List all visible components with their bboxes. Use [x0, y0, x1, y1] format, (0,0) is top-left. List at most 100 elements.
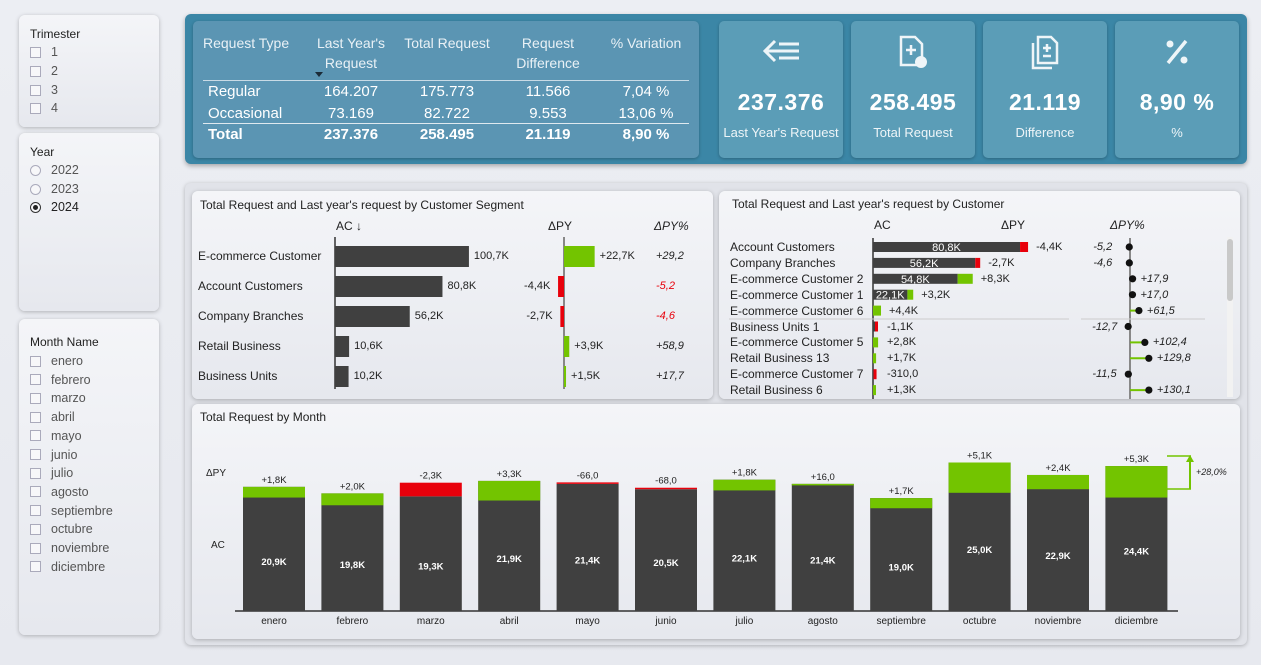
dpy-value-label: +1,7K	[887, 352, 917, 365]
month-tick-label: noviembre	[1035, 616, 1082, 627]
radio-selected[interactable]	[30, 201, 41, 213]
month-option[interactable]: julio	[30, 465, 73, 481]
month-option[interactable]: febrero	[30, 372, 91, 388]
scrollbar-thumb[interactable]	[1227, 239, 1233, 301]
dpy-value-label: +5,1K	[967, 451, 993, 462]
year-option[interactable]: 2022	[30, 162, 79, 178]
checkbox[interactable]	[30, 46, 41, 58]
checkbox[interactable]	[30, 392, 41, 404]
customer-label: Retail Business 13	[730, 351, 830, 366]
trimester-option[interactable]: 3	[30, 82, 58, 98]
customer-label: Company Branches	[730, 255, 836, 270]
dpy-bar	[870, 498, 933, 509]
checkbox[interactable]	[30, 102, 41, 114]
option-label: 2023	[51, 182, 79, 196]
ac-value-label: 22,1K	[876, 290, 905, 302]
month-option[interactable]: septiembre	[30, 503, 113, 519]
checkbox[interactable]	[30, 523, 41, 535]
dpyp-value-label: -5,2	[656, 280, 675, 292]
segment-label: E-commerce Customer	[198, 249, 322, 263]
slicer-title: Trimester	[30, 27, 81, 41]
dpyp-value-label: +130,1	[1156, 384, 1191, 397]
total-var: 8,90 %	[622, 126, 670, 143]
kpi-value: 21.119	[1008, 89, 1082, 115]
year-option-selected[interactable]: 2024	[30, 199, 79, 215]
row-diff: 11.566	[525, 83, 571, 100]
month-tick-label: diciembre	[1115, 616, 1159, 627]
month-tick-label: abril	[500, 616, 519, 627]
col-header[interactable]: Last Year's Request	[311, 33, 391, 73]
checkbox[interactable]	[30, 84, 41, 96]
dpy-value-label: +8,3K	[980, 272, 1010, 285]
trimester-option[interactable]: 2	[30, 63, 58, 79]
month-option[interactable]: marzo	[30, 390, 86, 406]
option-label: agosto	[51, 484, 89, 499]
row-var: 7,04 %	[622, 83, 670, 100]
dpy-value-label: -2,3K	[419, 471, 442, 482]
option-label: 2	[51, 64, 58, 78]
checkbox[interactable]	[30, 411, 41, 423]
month-option[interactable]: mayo	[30, 428, 82, 444]
month-option[interactable]: octubre	[30, 521, 93, 537]
checkbox[interactable]	[30, 65, 41, 77]
row-diff: 9.553	[529, 105, 567, 122]
checkbox[interactable]	[30, 486, 41, 498]
checkbox[interactable]	[30, 505, 41, 517]
col-header[interactable]: % Variation	[601, 33, 691, 53]
dpy-value-label: +2,4K	[1045, 463, 1071, 474]
col-header[interactable]: Request Difference	[503, 33, 593, 73]
row-total: 82.722	[424, 105, 470, 122]
dpy-value-label: +3,9K	[574, 340, 604, 352]
ac-bar	[399, 496, 462, 611]
header-divider	[203, 80, 689, 81]
option-label: junio	[51, 447, 78, 462]
month-option[interactable]: noviembre	[30, 540, 109, 556]
year-slicer: Year 2022 2023 2024	[19, 133, 159, 311]
dpyp-value-label: +17,0	[1140, 288, 1169, 301]
month-option[interactable]: diciembre	[30, 559, 105, 575]
dpy-value-label: +5,3K	[1124, 454, 1150, 465]
checkbox[interactable]	[30, 430, 41, 442]
checkbox[interactable]	[30, 355, 41, 367]
annotation-label: +28,0%	[1196, 467, 1227, 477]
month-tick-label: octubre	[963, 616, 997, 627]
kpi-card-percent: 8,90 % %	[1115, 21, 1239, 158]
dpy-value-label: -310,0	[887, 368, 919, 381]
col-header[interactable]: Request Type	[203, 33, 303, 53]
dpy-value-label: -4,4K	[524, 280, 551, 292]
checkbox[interactable]	[30, 374, 41, 386]
customer-label: Business Units 1	[730, 319, 820, 334]
trimester-slicer: Trimester 1 2 3 4	[19, 15, 159, 127]
ac-value-label: 56,2K	[414, 310, 444, 322]
radio[interactable]	[30, 164, 41, 176]
customer-label: E-commerce Customer 1	[730, 287, 864, 302]
checkbox[interactable]	[30, 467, 41, 479]
dpy-value-label: +2,0K	[340, 481, 366, 492]
radio[interactable]	[30, 183, 41, 195]
month-chart: Total Request by Month ΔPY AC +1,8K 20,9K…	[192, 404, 1240, 639]
month-option[interactable]: enero	[30, 353, 83, 369]
dpy-bar	[321, 493, 384, 506]
kpi-label: Last Year's Request	[723, 125, 839, 140]
year-option[interactable]: 2023	[30, 181, 79, 197]
dpy-bar	[635, 487, 697, 490]
col-header[interactable]: Total Request	[399, 33, 495, 53]
month-option[interactable]: abril	[30, 409, 75, 425]
row-total: 175.773	[419, 83, 475, 100]
ac-value-label: 10,2K	[353, 370, 383, 382]
checkbox[interactable]	[30, 561, 41, 573]
option-label: 3	[51, 83, 58, 97]
customer-chart: Total Request and Last year's request by…	[719, 191, 1240, 399]
trimester-option[interactable]: 4	[30, 100, 58, 116]
month-option[interactable]: agosto	[30, 484, 89, 500]
checkbox[interactable]	[30, 449, 41, 460]
total-diff: 21.119	[525, 126, 571, 143]
month-slicer: Month Name enero febrero marzo abril mayo jun…	[19, 319, 159, 635]
trimester-option[interactable]: 1	[30, 44, 58, 60]
checkbox[interactable]	[30, 542, 41, 554]
ac-bar	[635, 489, 697, 611]
option-label: 2024	[51, 200, 79, 214]
dpy-value-label: -2,7K	[526, 310, 553, 322]
month-option[interactable]: junio	[30, 447, 77, 463]
dpy-bar	[399, 482, 462, 497]
